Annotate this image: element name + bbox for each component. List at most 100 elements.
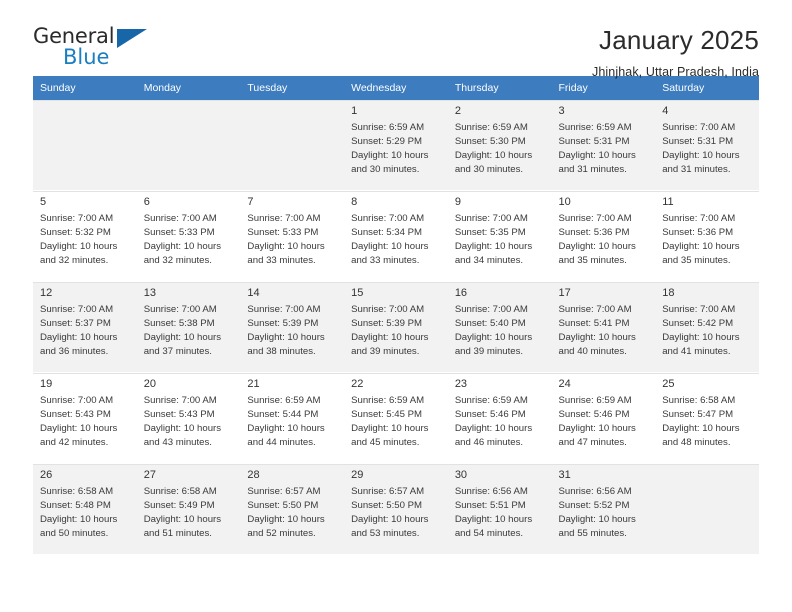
calendar-day-cell[interactable]: 13 Sunrise: 7:00 AM Sunset: 5:38 PM Dayligh… (136, 282, 241, 372)
day-sunrise-text: Sunrise: 6:57 AM (351, 486, 425, 498)
calendar-day-cell[interactable]: 22 Sunrise: 6:59 AM Sunset: 5:45 PM Dayligh… (344, 373, 448, 463)
calendar-day-cell[interactable]: 17 Sunrise: 7:00 AM Sunset: 5:41 PM Dayligh… (551, 282, 656, 372)
calendar-day-cell[interactable]: 29 Sunrise: 6:57 AM Sunset: 5:50 PM Dayligh… (344, 464, 448, 554)
day-number: 7 (247, 196, 254, 208)
day-sunrise-text: Sunrise: 7:00 AM (143, 304, 217, 316)
day-sunset-text: Sunset: 5:37 PM (40, 318, 111, 330)
day-daylight-line2-text: and 42 minutes. (40, 437, 109, 449)
day-details: Sunrise: 7:00 AM Sunset: 5:33 PM Daylight:… (240, 211, 344, 268)
day-daylight-line1-text: Daylight: 10 hours (558, 241, 636, 253)
day-daylight-line2-text: and 47 minutes. (558, 437, 627, 449)
day-daylight-line1-text: Daylight: 10 hours (40, 423, 118, 435)
day-sunrise-text: Sunrise: 6:58 AM (40, 486, 114, 498)
calendar-day-cell[interactable]: 8 Sunrise: 7:00 AM Sunset: 5:34 PM Daylight… (344, 191, 448, 281)
day-number: 22 (351, 378, 364, 390)
page-header: General Blue January 2025 Jhinjhak, Utta… (33, 0, 759, 79)
calendar-day-cell[interactable]: 31 Sunrise: 6:56 AM Sunset: 5:52 PM Dayligh… (551, 464, 656, 554)
day-number: 10 (558, 196, 571, 208)
day-sunrise-text: Sunrise: 6:58 AM (662, 395, 736, 407)
calendar-day-cell[interactable]: 21 Sunrise: 6:59 AM Sunset: 5:44 PM Dayligh… (240, 373, 345, 463)
day-number: 28 (247, 469, 260, 481)
day-sunrise-text: Sunrise: 7:00 AM (143, 213, 217, 225)
calendar-day-cell[interactable]: 24 Sunrise: 6:59 AM Sunset: 5:46 PM Dayligh… (551, 373, 656, 463)
calendar-day-cell[interactable]: 12 Sunrise: 7:00 AM Sunset: 5:37 PM Dayligh… (33, 282, 137, 372)
day-daylight-line1-text: Daylight: 10 hours (143, 514, 222, 526)
calendar-day-cell[interactable]: 10 Sunrise: 7:00 AM Sunset: 5:36 PM Dayligh… (551, 191, 656, 281)
weekday-header-friday: Friday (551, 76, 656, 100)
calendar-day-cell[interactable]: 7 Sunrise: 7:00 AM Sunset: 5:33 PM Daylight… (240, 191, 345, 281)
day-sunrise-text: Sunrise: 6:57 AM (247, 486, 321, 498)
day-daylight-line2-text: and 54 minutes. (454, 528, 524, 540)
day-daylight-line1-text: Daylight: 10 hours (558, 423, 636, 435)
calendar-day-cell[interactable]: 9 Sunrise: 7:00 AM Sunset: 5:35 PM Daylight… (447, 191, 552, 281)
calendar-day-cell[interactable]: 4 Sunrise: 7:00 AM Sunset: 5:31 PM Daylight… (655, 100, 759, 190)
day-daylight-line1-text: Daylight: 10 hours (143, 241, 222, 253)
day-sunset-text: Sunset: 5:35 PM (454, 227, 526, 239)
day-daylight-line2-text: and 51 minutes. (143, 528, 212, 540)
calendar-day-cell[interactable]: 23 Sunrise: 6:59 AM Sunset: 5:46 PM Dayligh… (447, 373, 552, 463)
day-daylight-line1-text: Daylight: 10 hours (351, 514, 429, 526)
calendar-empty-cell (240, 100, 345, 190)
day-details: Sunrise: 6:56 AM Sunset: 5:51 PM Daylight:… (448, 484, 552, 541)
day-sunset-text: Sunset: 5:32 PM (40, 227, 111, 239)
calendar-day-cell[interactable]: 1 Sunrise: 6:59 AM Sunset: 5:29 PM Daylight… (344, 100, 448, 190)
day-number: 1 (351, 105, 358, 117)
day-daylight-line1-text: Daylight: 10 hours (40, 332, 118, 344)
calendar-day-cell[interactable]: 11 Sunrise: 7:00 AM Sunset: 5:36 PM Dayligh… (655, 191, 759, 281)
day-sunrise-text: Sunrise: 7:00 AM (662, 122, 736, 134)
day-number: 21 (247, 378, 260, 390)
day-sunset-text: Sunset: 5:33 PM (247, 227, 319, 239)
day-daylight-line2-text: and 39 minutes. (351, 346, 420, 358)
day-details: Sunrise: 6:59 AM Sunset: 5:46 PM Daylight:… (552, 393, 656, 450)
day-sunrise-text: Sunrise: 7:00 AM (143, 395, 217, 407)
day-daylight-line1-text: Daylight: 10 hours (454, 332, 533, 344)
day-number: 20 (143, 378, 156, 390)
general-blue-logo[interactable]: General Blue (33, 26, 163, 74)
day-daylight-line1-text: Daylight: 10 hours (351, 150, 429, 162)
calendar-day-cell[interactable]: 16 Sunrise: 7:00 AM Sunset: 5:40 PM Dayligh… (447, 282, 552, 372)
calendar-day-cell[interactable]: 19 Sunrise: 7:00 AM Sunset: 5:43 PM Dayligh… (33, 373, 137, 463)
day-daylight-line2-text: and 53 minutes. (351, 528, 420, 540)
calendar-day-cell[interactable]: 2 Sunrise: 6:59 AM Sunset: 5:30 PM Daylight… (447, 100, 552, 190)
calendar-day-cell[interactable]: 5 Sunrise: 7:00 AM Sunset: 5:32 PM Daylight… (33, 191, 137, 281)
calendar-day-cell[interactable]: 15 Sunrise: 7:00 AM Sunset: 5:39 PM Dayligh… (344, 282, 448, 372)
day-sunrise-text: Sunrise: 7:00 AM (40, 395, 114, 407)
day-sunset-text: Sunset: 5:46 PM (454, 409, 526, 421)
calendar-day-cell[interactable]: 28 Sunrise: 6:57 AM Sunset: 5:50 PM Dayligh… (240, 464, 345, 554)
day-sunset-text: Sunset: 5:31 PM (662, 136, 734, 148)
day-number: 19 (40, 378, 53, 390)
day-sunrise-text: Sunrise: 7:00 AM (662, 304, 736, 316)
calendar-day-cell[interactable]: 3 Sunrise: 6:59 AM Sunset: 5:31 PM Daylight… (551, 100, 656, 190)
day-details: Sunrise: 6:57 AM Sunset: 5:50 PM Daylight:… (344, 484, 448, 541)
day-daylight-line2-text: and 37 minutes. (143, 346, 212, 358)
day-sunrise-text: Sunrise: 6:58 AM (143, 486, 217, 498)
calendar-day-cell[interactable]: 26 Sunrise: 6:58 AM Sunset: 5:48 PM Dayligh… (33, 464, 137, 554)
calendar-day-cell[interactable]: 30 Sunrise: 6:56 AM Sunset: 5:51 PM Dayligh… (447, 464, 552, 554)
calendar-day-cell[interactable]: 6 Sunrise: 7:00 AM Sunset: 5:33 PM Daylight… (136, 191, 241, 281)
day-sunset-text: Sunset: 5:41 PM (558, 318, 630, 330)
day-number: 6 (143, 196, 150, 208)
day-sunset-text: Sunset: 5:38 PM (143, 318, 215, 330)
day-sunrise-text: Sunrise: 7:00 AM (558, 213, 632, 225)
calendar-day-cell[interactable]: 20 Sunrise: 7:00 AM Sunset: 5:43 PM Dayligh… (136, 373, 241, 463)
day-daylight-line2-text: and 33 minutes. (351, 255, 420, 267)
day-daylight-line2-text: and 32 minutes. (40, 255, 109, 267)
day-sunset-text: Sunset: 5:34 PM (351, 227, 423, 239)
day-sunrise-text: Sunrise: 7:00 AM (247, 304, 321, 316)
day-daylight-line1-text: Daylight: 10 hours (40, 241, 118, 253)
calendar-day-cell[interactable]: 25 Sunrise: 6:58 AM Sunset: 5:47 PM Dayligh… (655, 373, 759, 463)
day-number: 24 (558, 378, 571, 390)
calendar-week-row: 12 Sunrise: 7:00 AM Sunset: 5:37 PM Dayligh… (33, 281, 759, 373)
day-daylight-line2-text: and 45 minutes. (351, 437, 420, 449)
day-number: 9 (454, 196, 461, 208)
day-daylight-line2-text: and 35 minutes. (662, 255, 731, 267)
calendar-day-cell[interactable]: 18 Sunrise: 7:00 AM Sunset: 5:42 PM Dayligh… (655, 282, 759, 372)
calendar-day-cell[interactable]: 27 Sunrise: 6:58 AM Sunset: 5:49 PM Dayligh… (136, 464, 241, 554)
day-details: Sunrise: 6:58 AM Sunset: 5:48 PM Daylight:… (33, 484, 137, 541)
day-sunset-text: Sunset: 5:49 PM (143, 500, 215, 512)
day-sunset-text: Sunset: 5:43 PM (40, 409, 111, 421)
day-sunset-text: Sunset: 5:50 PM (247, 500, 319, 512)
day-daylight-line1-text: Daylight: 10 hours (558, 514, 636, 526)
calendar-day-cell[interactable]: 14 Sunrise: 7:00 AM Sunset: 5:39 PM Dayligh… (240, 282, 345, 372)
day-number: 13 (143, 287, 156, 299)
